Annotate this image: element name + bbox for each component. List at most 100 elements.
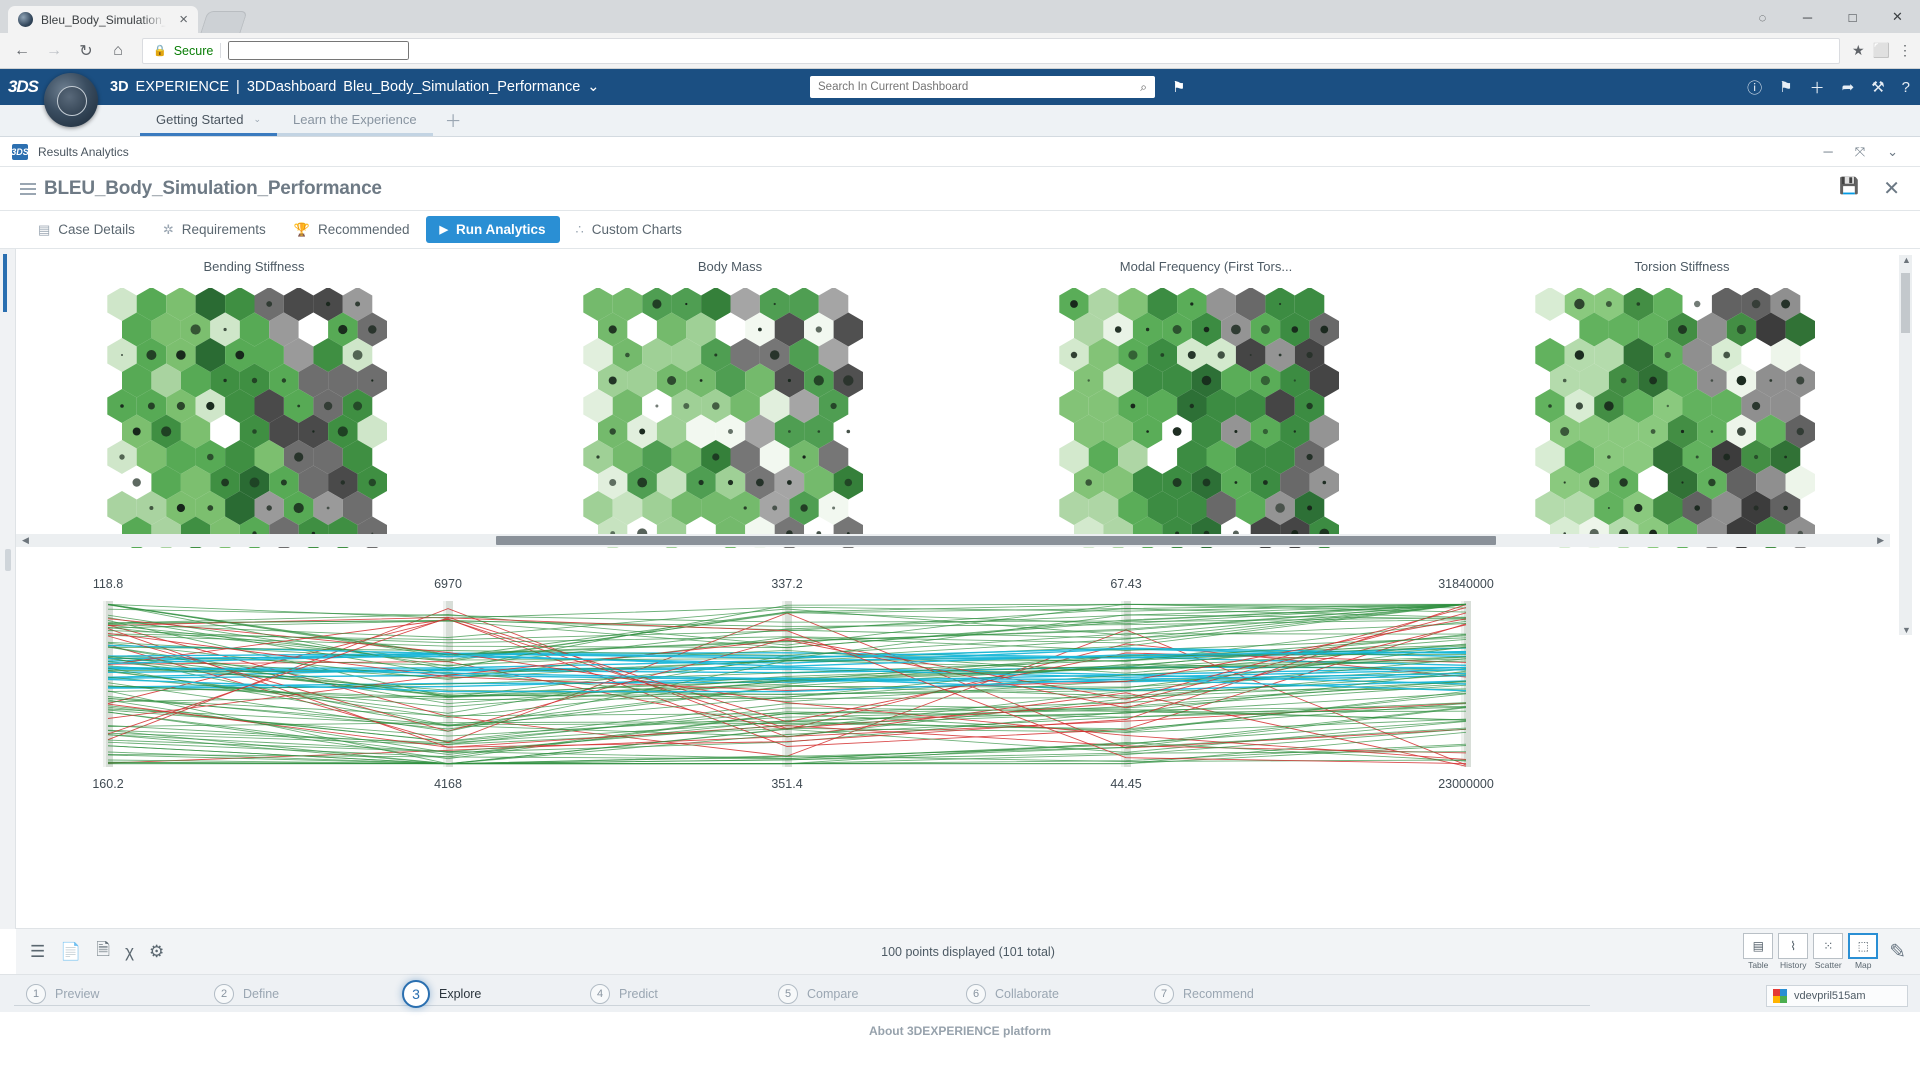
chevron-down-icon[interactable]: ⌄ bbox=[253, 114, 261, 125]
axis-min-label-4: 23000000 bbox=[1438, 777, 1494, 791]
hex-grid[interactable] bbox=[1530, 288, 1835, 548]
tab-label: Requirements bbox=[182, 222, 266, 237]
document-icon[interactable]: 📄 bbox=[60, 942, 81, 962]
url-input[interactable] bbox=[228, 41, 409, 60]
step-preview[interactable]: 1 Preview bbox=[26, 984, 214, 1004]
scroll-thumb[interactable] bbox=[496, 536, 1496, 545]
save-icon[interactable]: 💾 bbox=[1839, 176, 1859, 201]
som-map-torsion-stiffness[interactable]: Torsion Stiffness bbox=[1444, 259, 1920, 548]
back-icon[interactable]: ← bbox=[8, 37, 36, 65]
history-icon[interactable]: ⌇ bbox=[1778, 933, 1808, 959]
dashboard-tab-learn-the-experience[interactable]: Learn the Experience bbox=[277, 105, 433, 136]
step-compare[interactable]: 5 Compare bbox=[778, 984, 966, 1004]
dashboard-search[interactable]: ⌕ bbox=[810, 76, 1155, 98]
trophy-icon: 🏆 bbox=[294, 222, 310, 238]
horizontal-scrollbar[interactable]: ◀ ▶ bbox=[16, 534, 1890, 547]
search-icon[interactable]: ⌕ bbox=[1140, 80, 1147, 95]
help-icon[interactable]: ? bbox=[1902, 79, 1910, 96]
widget-minimize-icon[interactable]: ─ bbox=[1823, 144, 1832, 160]
hamburger-menu-icon[interactable] bbox=[20, 183, 36, 195]
address-bar[interactable]: 🔒 Secure bbox=[142, 38, 1840, 64]
table-icon[interactable]: ▤ bbox=[1743, 933, 1773, 959]
widget-collapse-icon[interactable]: ⤧ bbox=[1855, 144, 1865, 160]
cast-icon[interactable]: ⬜ bbox=[1873, 42, 1890, 59]
dashboard-name[interactable]: Bleu_Body_Simulation_Performance bbox=[343, 79, 580, 95]
view-mode-scatter[interactable]: ⁙ Scatter bbox=[1813, 933, 1843, 970]
step-recommend[interactable]: 7 Recommend bbox=[1154, 984, 1342, 1004]
som-map-modal-frequency[interactable]: Modal Frequency (First Tors... bbox=[968, 259, 1444, 548]
forward-icon[interactable]: → bbox=[40, 37, 68, 65]
step-define[interactable]: 2 Define bbox=[214, 984, 402, 1004]
gear-icon[interactable]: ⚙ bbox=[149, 942, 164, 962]
menu-icon[interactable]: ⋮ bbox=[1898, 42, 1912, 59]
step-number: 2 bbox=[214, 984, 234, 1004]
reload-icon[interactable]: ↻ bbox=[72, 37, 100, 65]
scroll-right-icon[interactable]: ▶ bbox=[1877, 535, 1884, 546]
tab-case-details[interactable]: ▤ Case Details bbox=[26, 217, 147, 243]
hex-grid[interactable] bbox=[578, 288, 883, 548]
layers-icon[interactable]: ☰ bbox=[30, 942, 45, 962]
som-map-bending-stiffness[interactable]: Bending Stiffness bbox=[16, 259, 492, 548]
scroll-up-icon[interactable]: ▲ bbox=[1902, 255, 1911, 265]
analytics-footer-toolbar: ☰ 📄 🗎 χ ⚙ 100 points displayed (101 tota… bbox=[16, 928, 1920, 974]
annotate-icon[interactable]: ✎ bbox=[1889, 939, 1906, 970]
step-collaborate[interactable]: 6 Collaborate bbox=[966, 984, 1154, 1004]
view-mode-history[interactable]: ⌇ History bbox=[1778, 933, 1808, 970]
dassault-logo[interactable]: 3DS bbox=[0, 77, 46, 97]
parallel-coordinates-panel[interactable]: 118.8 6970 337.2 67.43 31840000 160.2 41… bbox=[0, 569, 1920, 974]
tab-requirements[interactable]: ✲ Requirements bbox=[151, 217, 278, 243]
chevron-down-icon[interactable]: ⌄ bbox=[587, 79, 599, 95]
add-icon[interactable]: ＋ bbox=[1810, 77, 1825, 98]
function-icon[interactable]: χ bbox=[125, 942, 134, 962]
axis-min-label-3: 44.45 bbox=[1110, 777, 1141, 791]
map-icon[interactable]: ⬚ bbox=[1848, 933, 1878, 959]
account-icon[interactable]: ◌ bbox=[1740, 3, 1785, 31]
document-header: BLEU_Body_Simulation_Performance 💾 ✕ bbox=[0, 167, 1920, 211]
tools-icon[interactable]: ⚒ bbox=[1871, 78, 1884, 96]
step-label: Collaborate bbox=[995, 987, 1059, 1001]
close-icon[interactable]: × bbox=[179, 12, 188, 27]
about-label[interactable]: About 3DEXPERIENCE platform bbox=[869, 1024, 1051, 1038]
maximize-button[interactable]: □ bbox=[1830, 3, 1875, 31]
add-tab-icon[interactable]: ＋ bbox=[433, 107, 474, 136]
dashboard-tab-getting-started[interactable]: Getting Started ⌄ bbox=[140, 105, 277, 136]
user-status-chip[interactable]: vdevpril515am bbox=[1766, 985, 1908, 1007]
workflow-stepper: 1 Preview 2 Define 3 Explore 4 Predict 5… bbox=[0, 974, 1920, 1012]
view-mode-label: Scatter bbox=[1815, 960, 1842, 970]
new-tab-button[interactable] bbox=[200, 11, 247, 33]
share-icon[interactable]: ➦ bbox=[1842, 78, 1855, 96]
hex-grid[interactable] bbox=[102, 288, 407, 548]
window-controls: ◌ ─ □ ✕ bbox=[1740, 3, 1920, 31]
bookmark-icon[interactable]: ⚑ bbox=[1779, 78, 1792, 96]
tab-run-analytics[interactable]: ▶ Run Analytics bbox=[426, 216, 560, 243]
user-icon[interactable]: ⓘ bbox=[1747, 77, 1762, 98]
view-mode-table[interactable]: ▤ Table bbox=[1743, 933, 1773, 970]
tag-icon[interactable]: ⚑ bbox=[1172, 78, 1185, 96]
step-explore[interactable]: 3 Explore bbox=[402, 980, 590, 1008]
view-mode-map[interactable]: ⬚ Map bbox=[1848, 933, 1878, 970]
som-map-body-mass[interactable]: Body Mass bbox=[492, 259, 968, 548]
export-icon[interactable]: 🗎 bbox=[96, 937, 110, 966]
som-title: Torsion Stiffness bbox=[1634, 259, 1729, 274]
step-number: 1 bbox=[26, 984, 46, 1004]
browser-tab[interactable]: Bleu_Body_Simulation_P... × bbox=[8, 6, 198, 33]
step-predict[interactable]: 4 Predict bbox=[590, 984, 778, 1004]
tab-recommended[interactable]: 🏆 Recommended bbox=[282, 217, 422, 243]
scatter-icon[interactable]: ⁙ bbox=[1813, 933, 1843, 959]
close-icon[interactable]: ✕ bbox=[1883, 176, 1900, 201]
som-title: Body Mass bbox=[698, 259, 762, 274]
widget-expand-icon[interactable]: ⌄ bbox=[1887, 144, 1898, 160]
close-window-button[interactable]: ✕ bbox=[1875, 3, 1920, 31]
tab-custom-charts[interactable]: ∴ Custom Charts bbox=[564, 217, 694, 243]
view-mode-label: History bbox=[1780, 960, 1806, 970]
widget-header: 3DS Results Analytics ─ ⤧ ⌄ bbox=[0, 137, 1920, 167]
scroll-left-icon[interactable]: ◀ bbox=[22, 535, 29, 546]
step-number: 4 bbox=[590, 984, 610, 1004]
home-icon[interactable]: ⌂ bbox=[104, 37, 132, 65]
scroll-thumb[interactable] bbox=[1901, 273, 1910, 333]
minimize-button[interactable]: ─ bbox=[1785, 3, 1830, 31]
search-input[interactable] bbox=[818, 81, 1140, 93]
bookmark-star-icon[interactable]: ★ bbox=[1852, 42, 1865, 59]
compass-icon[interactable] bbox=[44, 73, 98, 127]
hex-grid[interactable] bbox=[1054, 288, 1359, 548]
